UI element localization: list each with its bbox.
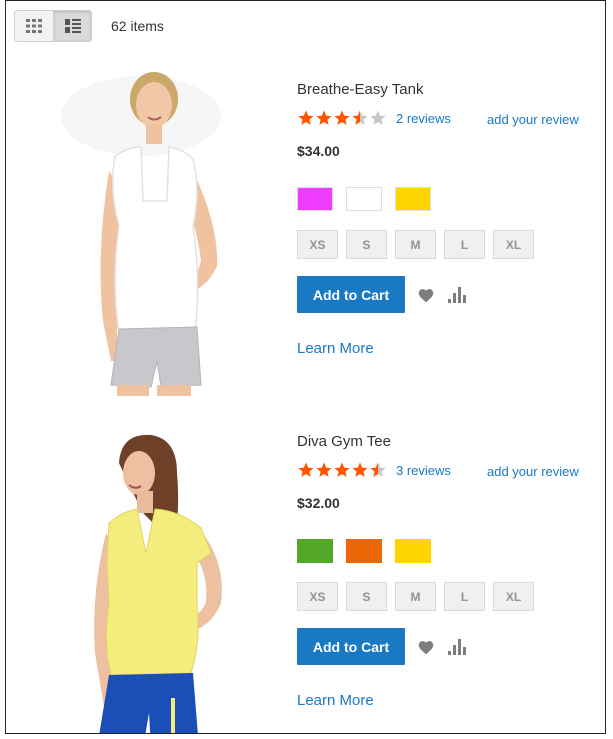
- item-count: 62 items: [111, 18, 164, 34]
- size-option[interactable]: XS: [297, 230, 338, 259]
- product-name[interactable]: Breathe-Easy Tank: [297, 81, 423, 98]
- compare-icon[interactable]: [448, 286, 466, 303]
- color-swatch-magenta[interactable]: [297, 187, 333, 211]
- heart-icon[interactable]: [417, 287, 435, 303]
- grid-icon: [26, 19, 42, 33]
- learn-more-link[interactable]: Learn More: [297, 692, 374, 709]
- product-photo-tee: [94, 434, 222, 733]
- star-icon: [298, 110, 314, 125]
- star-icon: [352, 462, 368, 477]
- star-icon: [298, 462, 314, 477]
- empty-star-icon: [370, 110, 386, 125]
- product-actions: Add to Cart: [297, 276, 466, 313]
- product-actions: Add to Cart: [297, 628, 466, 665]
- compare-icon[interactable]: [448, 638, 466, 655]
- add-review-link[interactable]: add your review: [487, 464, 579, 479]
- size-option[interactable]: XS: [297, 582, 338, 611]
- rating-stars: [297, 461, 387, 479]
- product-rating: 3 reviews: [297, 461, 451, 479]
- add-review-link[interactable]: add your review: [487, 112, 579, 127]
- product-price: $34.00: [297, 143, 340, 159]
- product-image[interactable]: [51, 61, 231, 396]
- size-option[interactable]: S: [346, 230, 387, 259]
- half-star-icon: [370, 462, 386, 477]
- size-option[interactable]: S: [346, 582, 387, 611]
- rating-stars: [297, 109, 387, 127]
- toolbar: 62 items: [14, 10, 164, 42]
- color-swatches: [297, 539, 444, 563]
- add-to-cart-button[interactable]: Add to Cart: [297, 628, 405, 665]
- grid-mode-button[interactable]: [15, 11, 53, 41]
- size-option[interactable]: M: [395, 582, 436, 611]
- half-star-icon: [352, 110, 368, 125]
- product-photo-tank: [61, 72, 221, 396]
- size-option[interactable]: L: [444, 230, 485, 259]
- star-icon: [316, 110, 332, 125]
- product-price: $32.00: [297, 495, 340, 511]
- size-option[interactable]: XL: [493, 582, 534, 611]
- size-option[interactable]: L: [444, 582, 485, 611]
- color-swatch-white[interactable]: [346, 187, 382, 211]
- size-swatches: XS S M L XL: [297, 582, 542, 611]
- heart-icon[interactable]: [417, 639, 435, 655]
- color-swatch-yellow[interactable]: [395, 539, 431, 563]
- product-image[interactable]: [51, 413, 231, 733]
- color-swatch-yellow[interactable]: [395, 187, 431, 211]
- product-listing: 62 items Breathe-Easy Tank 2 reviews add…: [5, 0, 606, 734]
- star-icon: [316, 462, 332, 477]
- reviews-link[interactable]: 2 reviews: [396, 111, 451, 126]
- list-mode-button[interactable]: [53, 11, 91, 41]
- color-swatches: [297, 187, 444, 211]
- star-icon: [334, 110, 350, 125]
- star-icon: [334, 462, 350, 477]
- size-swatches: XS S M L XL: [297, 230, 542, 259]
- size-option[interactable]: M: [395, 230, 436, 259]
- color-swatch-orange[interactable]: [346, 539, 382, 563]
- add-to-cart-button[interactable]: Add to Cart: [297, 276, 405, 313]
- view-mode-switch: [14, 10, 92, 42]
- learn-more-link[interactable]: Learn More: [297, 340, 374, 357]
- size-option[interactable]: XL: [493, 230, 534, 259]
- reviews-link[interactable]: 3 reviews: [396, 463, 451, 478]
- product-name[interactable]: Diva Gym Tee: [297, 433, 391, 450]
- product-rating: 2 reviews: [297, 109, 451, 127]
- color-swatch-green[interactable]: [297, 539, 333, 563]
- list-icon: [64, 19, 81, 33]
